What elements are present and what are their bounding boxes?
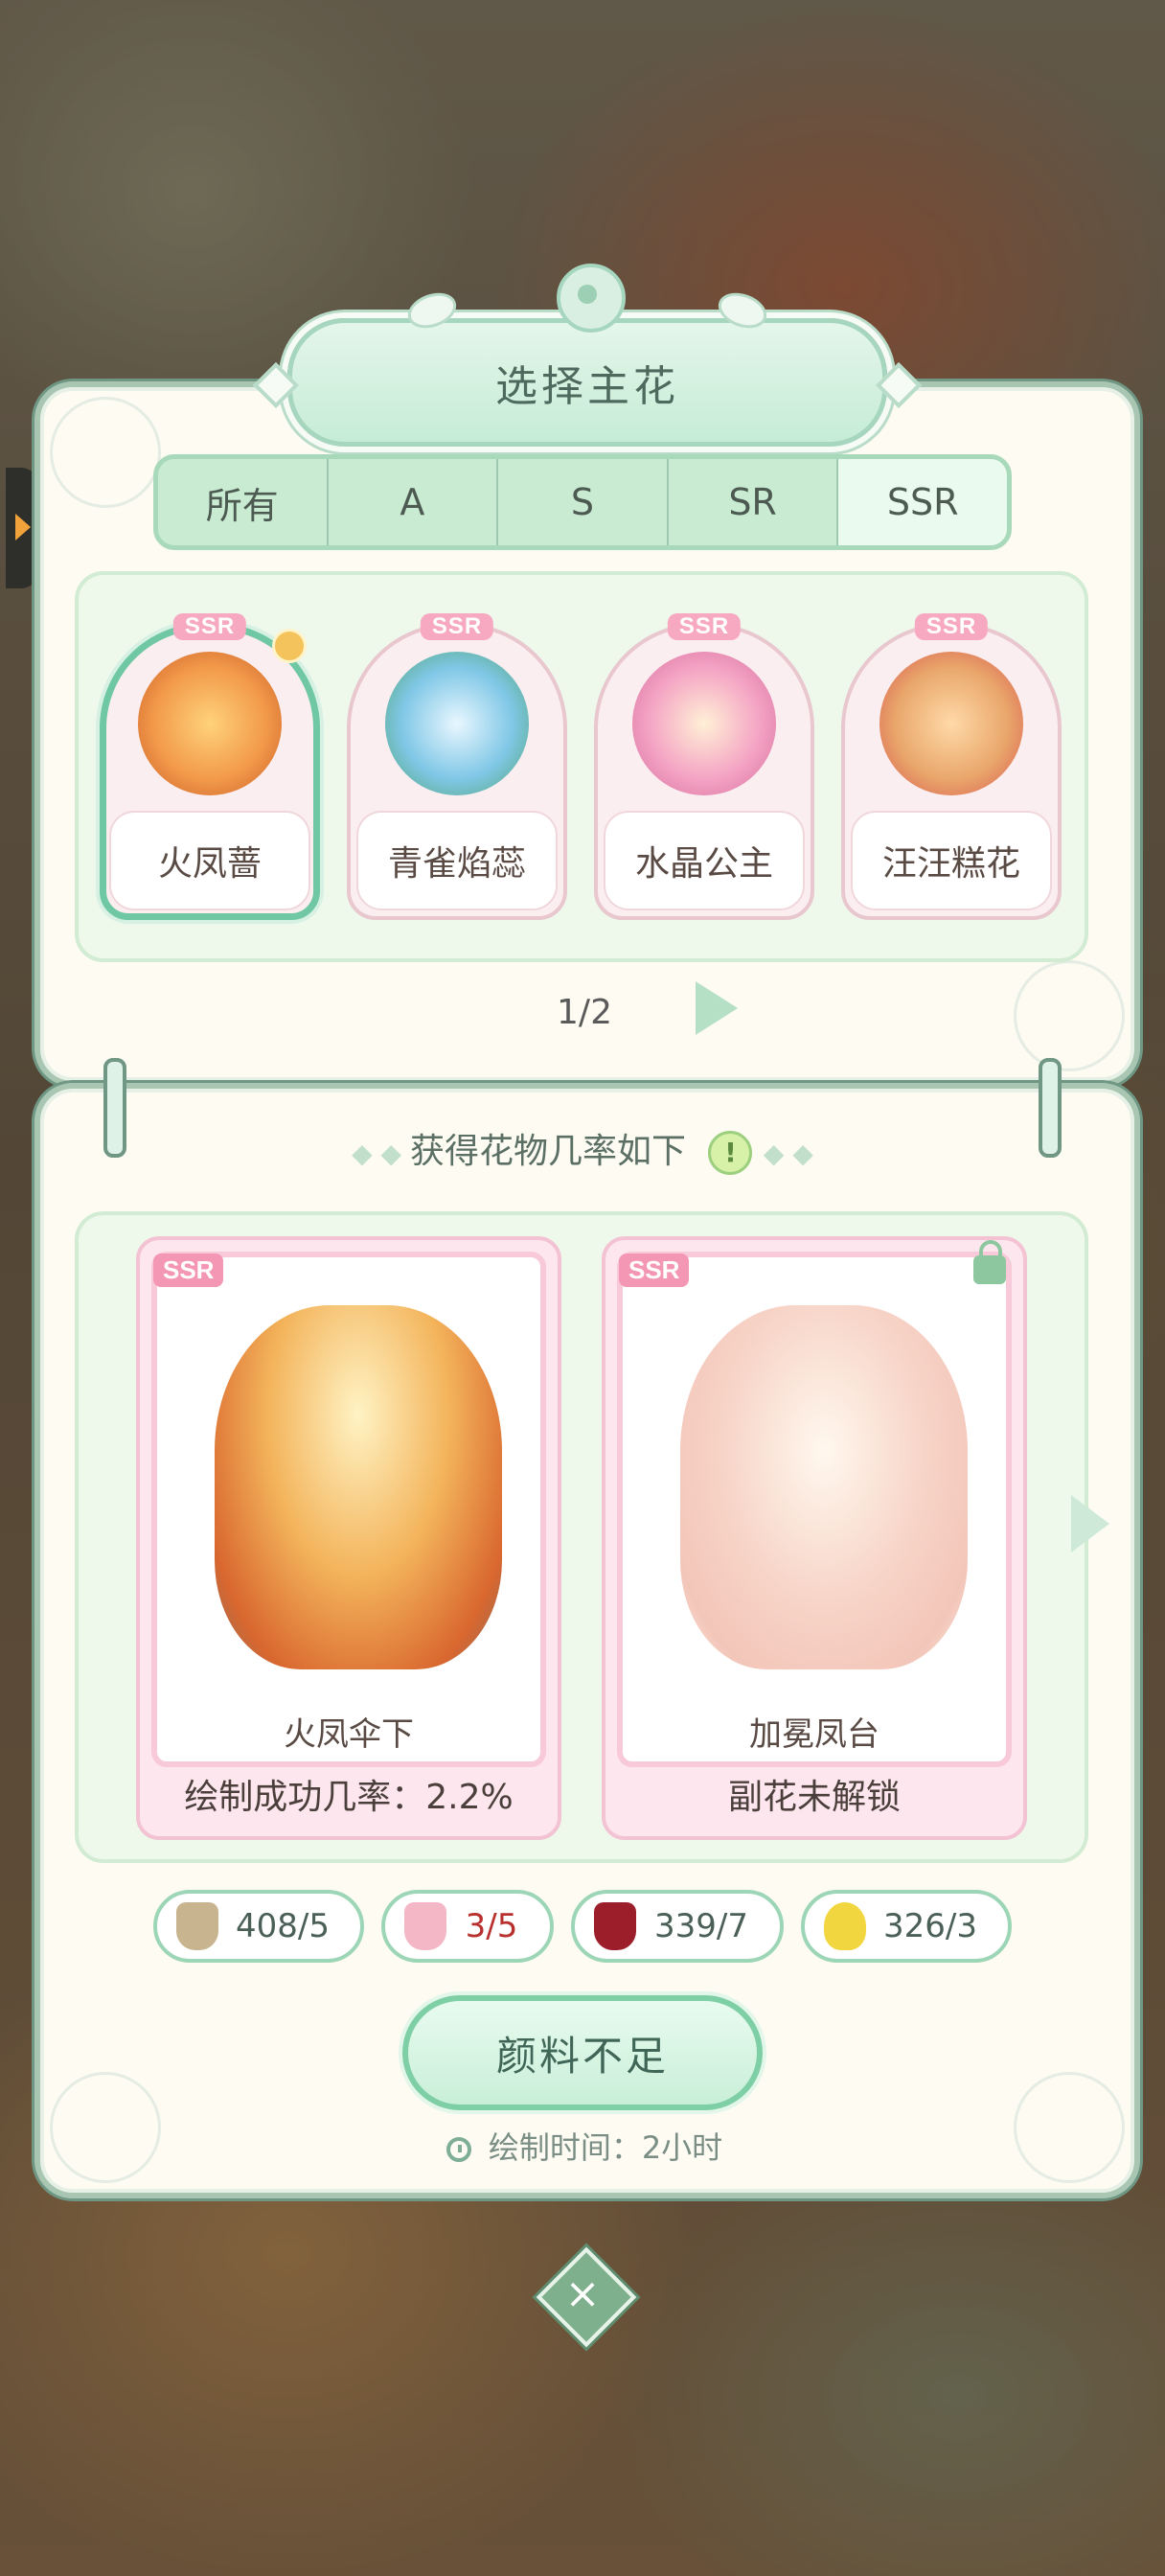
- dots-ornament: ◆ ◆: [763, 1138, 813, 1169]
- red-paint-tube-icon: [594, 1902, 636, 1950]
- reward-card[interactable]: 火凤伞下 SSR 绘制成功几率：2.2%: [136, 1236, 561, 1840]
- resource-pill: 339/7: [571, 1890, 784, 1963]
- flower-name: 水晶公主: [604, 811, 805, 910]
- draw-time: 绘制时间：2小时: [422, 2124, 747, 2168]
- dialog-title: 选择主花: [495, 362, 679, 411]
- flower-art-icon: [632, 652, 776, 795]
- probability-title: 获得花物几率如下: [409, 1132, 686, 1171]
- flower-card[interactable]: SSR 汪汪糕花: [841, 613, 1062, 920]
- panel-hook: [103, 1058, 126, 1158]
- rarity-badge: SSR: [667, 613, 742, 640]
- rarity-badge: SSR: [172, 613, 247, 640]
- flower-name: 火凤蔷: [109, 811, 310, 910]
- reward-art-icon: [680, 1305, 968, 1669]
- resource-pill: 408/5: [153, 1890, 364, 1963]
- clock-icon: [445, 2137, 471, 2162]
- rarity-badge: SSR: [914, 613, 989, 640]
- beige-paint-tube-icon: [176, 1902, 218, 1950]
- tab-sr[interactable]: SR: [666, 459, 837, 545]
- reward-card-inner: 加冕凤台: [617, 1252, 1012, 1767]
- resource-value: 326/3: [883, 1907, 977, 1945]
- info-icon[interactable]: !: [708, 1131, 753, 1175]
- page-indicator: 1/2: [557, 993, 612, 1032]
- title-banner: 选择主花: [252, 264, 923, 447]
- success-rate: 绘制成功几率：2.2%: [184, 1778, 514, 1817]
- flower-name: 青雀焰蕊: [356, 811, 558, 910]
- resource-pill: 3/5: [381, 1890, 554, 1963]
- panel-hook: [1039, 1058, 1062, 1158]
- reward-name: 火凤伞下: [284, 1715, 414, 1754]
- selected-star-icon: [272, 629, 307, 663]
- resource-value: 3/5: [465, 1907, 518, 1945]
- close-icon[interactable]: ×: [551, 2262, 614, 2325]
- arrow-right-icon: [15, 514, 31, 540]
- reward-card-inner: 火凤伞下: [151, 1252, 546, 1767]
- corner-ornament: [50, 397, 161, 508]
- flower-card[interactable]: SSR 水晶公主: [594, 613, 814, 920]
- draw-time-text: 绘制时间：2小时: [488, 2129, 723, 2166]
- rarity-filter-tabs: 所有 A S SR SSR: [153, 454, 1012, 550]
- corner-ornament: [50, 2072, 161, 2183]
- reward-art-icon: [215, 1305, 502, 1669]
- side-drawer-handle[interactable]: [6, 468, 38, 588]
- next-reward-arrow-icon[interactable]: [1071, 1495, 1109, 1552]
- yellow-paint-jar-icon: [824, 1902, 866, 1950]
- tab-s[interactable]: S: [496, 459, 667, 545]
- flower-card[interactable]: SSR 火凤蔷: [100, 613, 320, 920]
- corner-ornament: [1014, 960, 1125, 1071]
- pink-paint-tube-icon: [404, 1902, 446, 1950]
- next-page-arrow-icon[interactable]: [696, 981, 738, 1035]
- tab-ssr[interactable]: SSR: [836, 459, 1007, 545]
- tab-a[interactable]: A: [326, 459, 497, 545]
- resource-pill: 326/3: [801, 1890, 1012, 1963]
- flower-card[interactable]: SSR 青雀焰蕊: [347, 613, 567, 920]
- rarity-badge: SSR: [619, 1254, 690, 1287]
- flower-art-icon: [879, 652, 1023, 795]
- unlock-status: 副花未解锁: [727, 1778, 901, 1817]
- reward-name: 加冕凤台: [749, 1715, 879, 1754]
- corner-ornament: [1014, 2072, 1125, 2183]
- tab-all[interactable]: 所有: [158, 459, 327, 545]
- rarity-badge: SSR: [153, 1254, 224, 1287]
- insufficient-paint-button[interactable]: 颜料不足: [402, 1995, 763, 2110]
- lock-icon: [973, 1240, 1006, 1284]
- flower-ornament-icon: [557, 264, 626, 333]
- flower-art-icon: [138, 652, 282, 795]
- probability-header: ◆ ◆ 获得花物几率如下 ! ◆ ◆: [240, 1123, 925, 1175]
- flower-name: 汪汪糕花: [851, 811, 1052, 910]
- resource-value: 408/5: [236, 1907, 330, 1945]
- resource-value: 339/7: [654, 1907, 748, 1945]
- dots-ornament: ◆ ◆: [352, 1138, 410, 1169]
- reward-card[interactable]: 加冕凤台 SSR 副花未解锁: [602, 1236, 1027, 1840]
- rarity-badge: SSR: [420, 613, 494, 640]
- flower-art-icon: [385, 652, 529, 795]
